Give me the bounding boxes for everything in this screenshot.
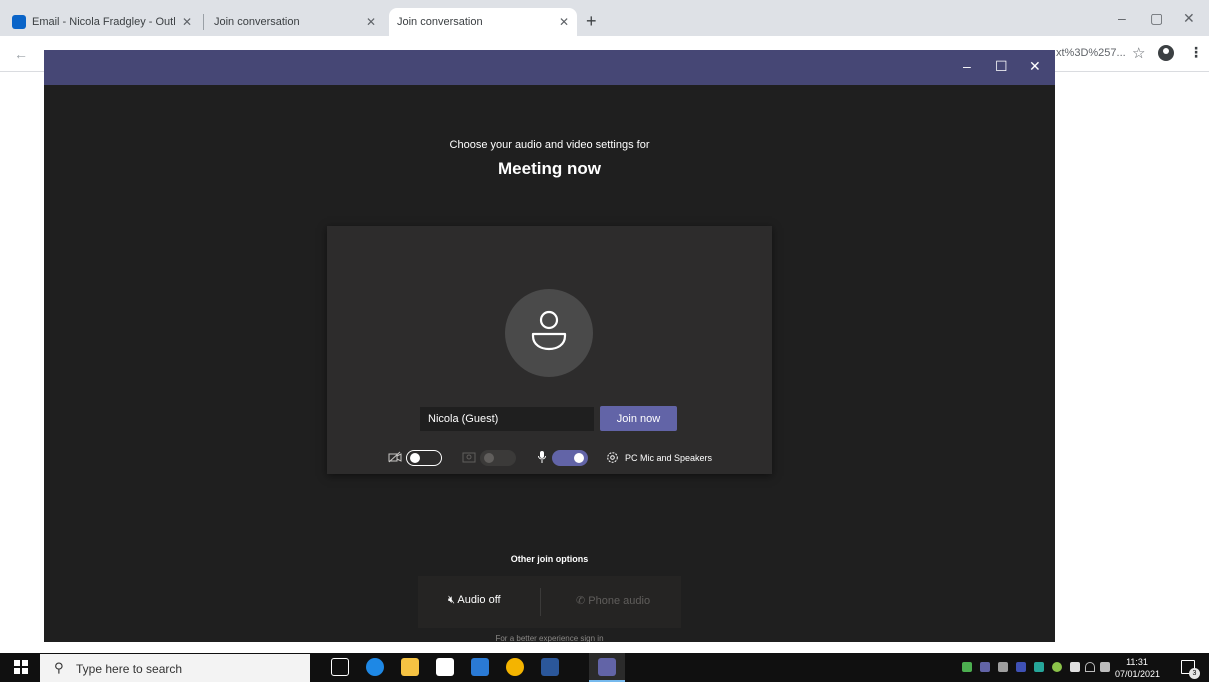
microphone-toggle[interactable] <box>552 450 588 466</box>
gear-icon[interactable] <box>606 451 619 467</box>
phone-icon: ✆ <box>576 595 586 607</box>
store-icon[interactable] <box>436 658 454 676</box>
tab-join-conversation-1[interactable]: Join conversation ✕ <box>206 8 384 72</box>
tray-teams-icon[interactable] <box>980 662 990 672</box>
edge-icon[interactable] <box>366 658 384 676</box>
notification-badge: 3 <box>1189 668 1200 679</box>
bookmark-star-icon[interactable]: ☆ <box>1132 44 1145 62</box>
browser-close-button[interactable]: ✕ <box>1183 10 1195 27</box>
close-icon[interactable]: ✕ <box>182 15 192 29</box>
avatar <box>505 289 593 377</box>
meeting-title: Meeting now <box>498 159 601 178</box>
windows-start-icon[interactable] <box>14 660 28 674</box>
join-now-button[interactable]: Join now <box>600 406 677 431</box>
tray-cloud-icon[interactable] <box>998 662 1008 672</box>
tab-separator <box>203 14 204 30</box>
teams-minimize-button[interactable]: – <box>963 58 971 74</box>
teams-window: – ☐ ✕ Choose your audio and video settin… <box>44 50 1055 642</box>
search-icon: ⚲ <box>54 660 64 675</box>
signin-hint[interactable]: For a better experience sign in <box>44 634 1055 642</box>
new-tab-button[interactable]: + <box>586 12 597 30</box>
tab-title: Join conversation <box>214 16 300 28</box>
clock-date: 07/01/2021 <box>1115 669 1161 679</box>
browser-maximize-button[interactable]: ▢ <box>1150 10 1163 27</box>
wifi-icon[interactable] <box>1085 662 1095 672</box>
tab-join-conversation-2[interactable]: Join conversation ✕ <box>389 8 577 72</box>
tab-title: Email - Nicola Fradgley - Outlook <box>32 16 176 28</box>
other-join-options-panel: 🔇︎ Audio off ✆ Phone audio <box>418 576 681 628</box>
audio-off-label: Audio off <box>457 594 501 606</box>
tray-app-icon[interactable] <box>962 662 972 672</box>
teams-close-button[interactable]: ✕ <box>1029 58 1041 75</box>
tray-shield-icon[interactable] <box>1016 662 1026 672</box>
toggle-knob <box>410 452 420 463</box>
clock-time: 11:31 <box>1126 657 1148 667</box>
prejoin-subtitle: Choose your audio and video settings for <box>449 139 650 151</box>
chrome-icon[interactable] <box>506 658 524 676</box>
device-settings-label[interactable]: PC Mic and Speakers <box>625 453 712 463</box>
guest-name-input[interactable] <box>420 407 594 431</box>
teams-maximize-button[interactable]: ☐ <box>995 58 1008 75</box>
camera-toggle[interactable] <box>406 450 442 466</box>
teams-icon <box>598 658 616 676</box>
profile-icon[interactable] <box>1158 45 1174 61</box>
mail-icon[interactable] <box>471 658 489 676</box>
person-icon <box>531 310 567 351</box>
screen: Email - Nicola Fradgley - Outlook ✕ Join… <box>0 0 1209 682</box>
tray-sync-icon[interactable] <box>1034 662 1044 672</box>
tab-outlook-email[interactable]: Email - Nicola Fradgley - Outlook ✕ <box>4 8 200 36</box>
taskbar-search-box[interactable]: ⚲ Type here to search <box>40 654 310 682</box>
options-divider <box>540 588 541 616</box>
tab-title: Join conversation <box>397 16 483 28</box>
taskbar-teams-active[interactable] <box>589 653 625 682</box>
teams-titlebar: – ☐ ✕ <box>44 50 1055 85</box>
microphone-icon <box>537 450 547 467</box>
task-view-icon[interactable] <box>331 658 349 676</box>
volume-icon[interactable] <box>1100 662 1110 672</box>
tray-status-icon[interactable] <box>1052 662 1062 672</box>
browser-minimize-button[interactable]: – <box>1118 10 1126 26</box>
phone-audio-option[interactable]: ✆ Phone audio <box>576 594 650 607</box>
taskbar-search-placeholder: Type here to search <box>76 662 183 676</box>
toggle-knob <box>574 452 584 463</box>
background-blur-toggle[interactable] <box>480 450 516 466</box>
browser-tab-strip: Email - Nicola Fradgley - Outlook ✕ Join… <box>0 0 1209 72</box>
camera-off-icon <box>388 451 402 466</box>
back-arrow-icon[interactable]: ← <box>14 46 28 62</box>
menu-kebab-icon[interactable]: ⋮ <box>1189 44 1203 61</box>
file-explorer-icon[interactable] <box>401 658 419 676</box>
word-icon[interactable] <box>541 658 559 676</box>
other-join-options-title: Other join options <box>510 554 589 564</box>
taskbar-clock[interactable]: 11:31 07/01/2021 <box>1115 656 1161 680</box>
battery-icon[interactable] <box>1070 662 1080 672</box>
video-preview-panel: Join now PC Mic and Speakers <box>327 226 772 474</box>
audio-off-option[interactable]: 🔇︎ Audio off <box>448 594 501 607</box>
speaker-off-icon: 🔇︎ <box>448 594 455 606</box>
outlook-icon <box>12 15 26 29</box>
close-icon[interactable]: ✕ <box>366 15 376 29</box>
background-blur-icon <box>462 451 476 466</box>
address-bar-url[interactable]: xt%3D%257... <box>1056 47 1126 59</box>
windows-taskbar: ⚲ Type here to search 11:31 07/01/2021 3 <box>0 653 1209 682</box>
phone-audio-label: Phone audio <box>588 595 651 607</box>
close-icon[interactable]: ✕ <box>559 15 569 29</box>
toggle-knob <box>484 452 494 463</box>
